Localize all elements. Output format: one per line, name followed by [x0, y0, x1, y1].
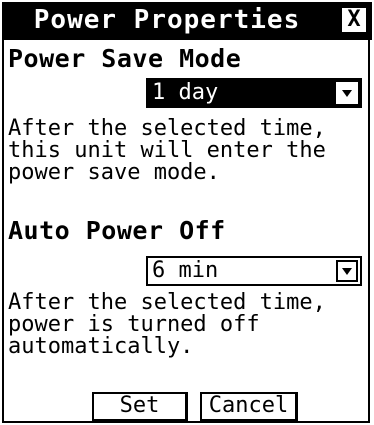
chevron-down-icon[interactable]	[336, 260, 358, 282]
title-bar: Power Properties X	[2, 2, 372, 40]
auto-power-off-select[interactable]: 6 min	[146, 256, 362, 286]
power-save-heading: Power Save Mode	[8, 44, 242, 73]
dialog-title: Power Properties	[33, 5, 301, 35]
auto-power-off-description: After the selected time, power is turned…	[8, 290, 326, 359]
cancel-button[interactable]: Cancel	[200, 392, 298, 422]
close-icon[interactable]: X	[342, 8, 366, 32]
power-save-value: 1 day	[152, 80, 219, 105]
auto-power-off-value: 6 min	[152, 258, 219, 283]
power-save-description: After the selected time, this unit will …	[8, 116, 326, 185]
power-save-select[interactable]: 1 day	[146, 78, 362, 108]
auto-power-off-heading: Auto Power Off	[8, 216, 226, 245]
power-properties-dialog: Power Properties X Power Save Mode 1 day…	[2, 2, 372, 423]
chevron-down-icon[interactable]	[336, 82, 358, 104]
set-button[interactable]: Set	[92, 392, 188, 422]
